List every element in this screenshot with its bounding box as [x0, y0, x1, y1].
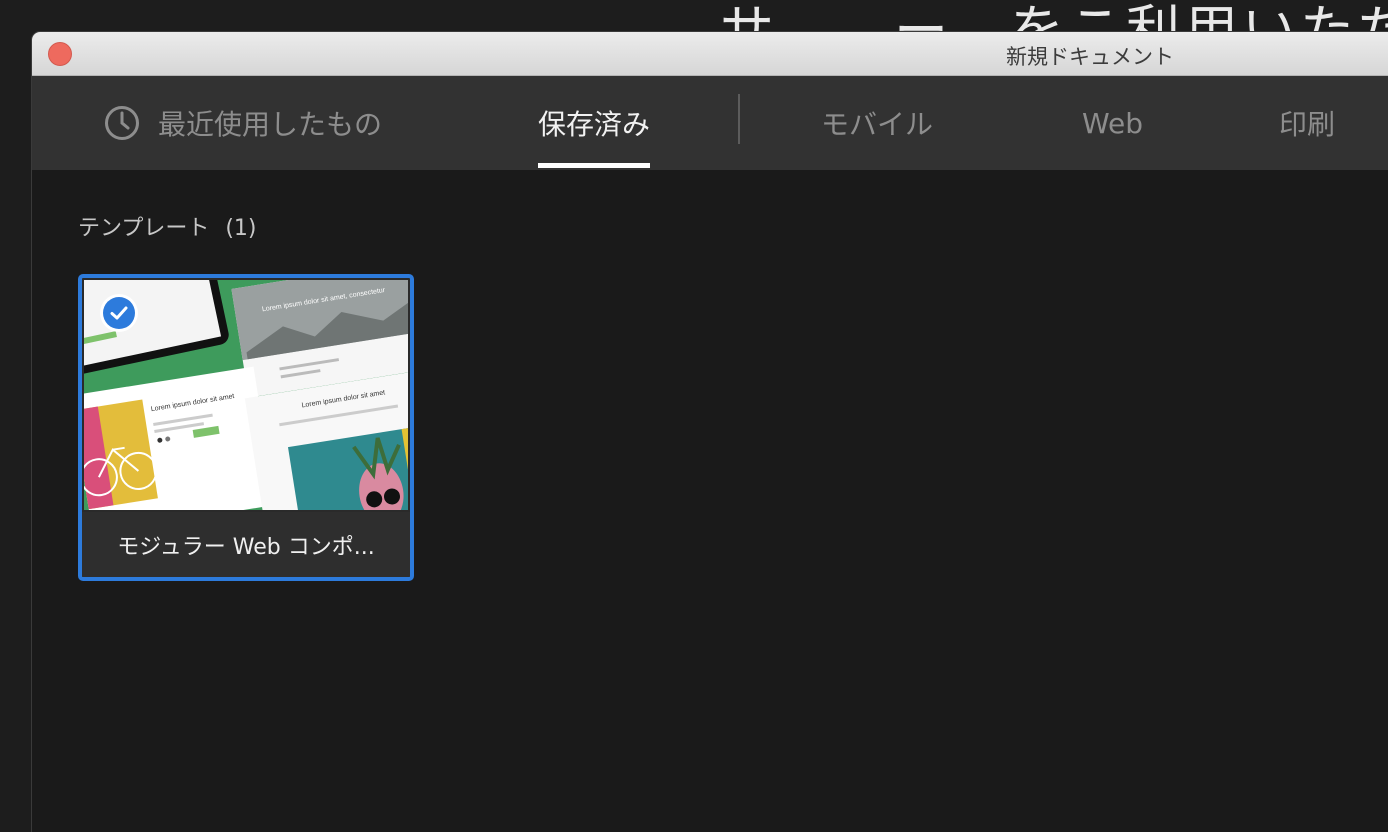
template-card[interactable]: Lorem ipsum dolor sit amet, consectetur … — [78, 274, 414, 581]
templates-count: (1) — [225, 216, 257, 241]
checkmark-icon — [103, 297, 135, 329]
tab-print-label: 印刷 — [1279, 108, 1336, 141]
new-document-dialog: 新規ドキュメント 最近使用したもの 保存済み モバイル Web 印刷 テンプレー… — [32, 32, 1388, 832]
tab-recent-label: 最近使用したもの — [158, 108, 383, 141]
category-tab-bar: 最近使用したもの 保存済み モバイル Web 印刷 — [32, 76, 1388, 170]
title-bar: 新規ドキュメント — [32, 32, 1388, 76]
tab-recent[interactable]: 最近使用したもの — [104, 76, 382, 170]
tab-web-label: Web — [1082, 106, 1144, 140]
templates-section-heading: テンプレート (1) — [78, 210, 257, 242]
window-title: 新規ドキュメント — [1006, 45, 1174, 69]
templates-heading-label: テンプレート — [78, 216, 210, 241]
tab-saved[interactable]: 保存済み — [538, 76, 651, 170]
selected-check-badge — [100, 294, 138, 332]
tab-mobile-label: モバイル — [821, 108, 934, 141]
close-window-button[interactable] — [48, 42, 72, 66]
tab-mobile[interactable]: モバイル — [821, 76, 933, 170]
template-card-label: モジュラー Web コンポ... — [82, 512, 410, 577]
clock-icon — [104, 105, 140, 141]
tab-web[interactable]: Web — [1082, 76, 1143, 170]
tab-print[interactable]: 印刷 — [1279, 76, 1335, 170]
tab-saved-label: 保存済み — [538, 108, 651, 141]
tab-divider — [738, 94, 740, 144]
active-tab-indicator — [538, 163, 651, 168]
template-thumbnail: Lorem ipsum dolor sit amet, consectetur … — [84, 280, 408, 510]
